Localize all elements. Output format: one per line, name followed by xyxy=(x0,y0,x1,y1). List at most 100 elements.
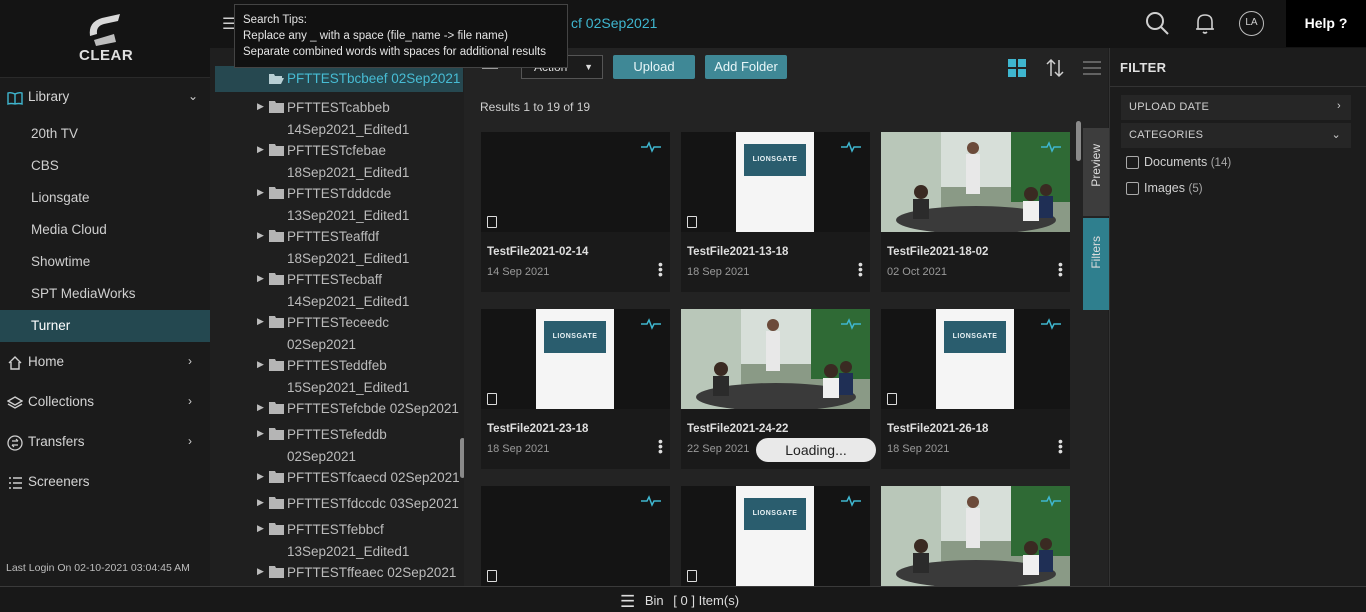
folder-icon xyxy=(269,359,284,371)
bin-toggle[interactable]: ☰ Bin [ 0 ] Item(s) xyxy=(620,592,739,612)
images-option[interactable]: Images (5) xyxy=(1144,181,1203,195)
expand-arrow-icon[interactable]: ▶ xyxy=(257,230,264,241)
option-label: Documents xyxy=(1144,155,1208,169)
expand-arrow-icon[interactable]: ▶ xyxy=(257,402,264,413)
library-item[interactable]: Media Cloud xyxy=(0,214,210,246)
more-options-icon[interactable]: ••• xyxy=(658,434,663,458)
library-item[interactable]: Showtime xyxy=(0,246,210,278)
sidebar-item-screeners[interactable]: Screeners xyxy=(0,466,210,498)
facet-categories[interactable]: CATEGORIES ⌄ xyxy=(1121,123,1351,148)
document-icon xyxy=(487,393,497,405)
images-checkbox[interactable] xyxy=(1126,182,1139,195)
expand-arrow-icon[interactable]: ▶ xyxy=(257,316,264,327)
folder-icon xyxy=(269,187,284,199)
more-options-icon[interactable]: ••• xyxy=(658,257,663,281)
tree-folder-label[interactable]: PFTTESTbcbeef 02Sep2021 xyxy=(287,68,460,90)
tree-folder-label[interactable]: PFTTESTffeaec 02Sep2021 xyxy=(287,562,456,584)
tree-folder-label[interactable]: PFTTESTcfebae 18Sep2021_Edited1 xyxy=(287,140,409,183)
asset-thumbnail[interactable] xyxy=(481,132,670,232)
sidebar-item-collections[interactable]: Collections › xyxy=(0,386,210,418)
asset-card[interactable]: TestFile2021-18-02 02 Oct 2021 • • • xyxy=(881,132,1070,292)
library-item[interactable]: CBS xyxy=(0,150,210,182)
expand-arrow-icon[interactable]: ▶ xyxy=(257,273,264,284)
library-item[interactable]: 20th TV xyxy=(0,118,210,150)
expand-arrow-icon[interactable]: ▶ xyxy=(257,471,264,482)
asset-thumbnail[interactable]: LIONSGATE xyxy=(681,486,870,586)
more-options-icon[interactable]: ••• xyxy=(858,257,863,281)
activity-icon xyxy=(841,141,861,153)
tree-folder-label[interactable]: PFTTESTfdccdc 03Sep2021 xyxy=(287,493,459,515)
list-view-icon[interactable] xyxy=(1083,60,1101,76)
folder-name: PFTTESTfebbcf xyxy=(287,522,384,537)
avatar[interactable]: LA xyxy=(1239,11,1264,36)
tree-folder-label[interactable]: PFTTESTefcbde 02Sep2021 xyxy=(287,398,459,420)
tree-folder-label[interactable]: PFTTESTfcaecd 02Sep2021 xyxy=(287,467,460,489)
asset-card[interactable] xyxy=(481,486,670,586)
help-button[interactable]: Help ? xyxy=(1286,0,1366,47)
asset-title[interactable]: TestFile2021-24-22 xyxy=(687,423,788,435)
facet-upload-date[interactable]: UPLOAD DATE › xyxy=(1121,95,1351,120)
expand-arrow-icon[interactable]: ▶ xyxy=(257,101,264,112)
expand-arrow-icon[interactable]: ▶ xyxy=(257,497,264,508)
asset-title[interactable]: TestFile2021-18-02 xyxy=(887,246,988,258)
asset-card[interactable]: TestFile2021-02-14 14 Sep 2021 • • • xyxy=(481,132,670,292)
tree-folder-label[interactable]: PFTTESTefeddb 02Sep2021 xyxy=(287,424,387,467)
expand-arrow-icon[interactable]: ▶ xyxy=(257,428,264,439)
tree-folder-label[interactable]: PFTTESTdddcde 13Sep2021_Edited1 xyxy=(287,183,409,226)
folder-name-continued: 15Sep2021_Edited1 xyxy=(287,379,410,395)
more-options-icon[interactable]: ••• xyxy=(1058,434,1063,458)
folder-icon xyxy=(269,230,284,242)
expand-arrow-icon[interactable]: ▶ xyxy=(257,187,264,198)
asset-title[interactable]: TestFile2021-02-14 xyxy=(487,246,588,258)
expand-arrow-icon[interactable]: ▶ xyxy=(257,359,264,370)
asset-title[interactable]: TestFile2021-26-18 xyxy=(887,423,988,435)
tree-folder-label[interactable]: PFTTESTeaffdf 18Sep2021_Edited1 xyxy=(287,226,409,269)
asset-thumbnail[interactable]: LIONSGATE xyxy=(681,132,870,232)
bell-icon[interactable] xyxy=(1192,10,1218,36)
documents-option[interactable]: Documents (14) xyxy=(1144,155,1231,169)
asset-thumbnail[interactable] xyxy=(481,486,670,586)
tree-folder-label[interactable]: PFTTESTcabbeb 14Sep2021_Edited1 xyxy=(287,97,409,140)
library-item[interactable]: Lionsgate xyxy=(0,182,210,214)
asset-title[interactable]: TestFile2021-23-18 xyxy=(487,423,588,435)
expand-arrow-icon[interactable]: ▶ xyxy=(257,523,264,534)
tab-preview[interactable]: Preview xyxy=(1083,128,1109,216)
tree-folder-label[interactable]: PFTTESTecbaff 14Sep2021_Edited1 xyxy=(287,269,409,312)
asset-thumbnail[interactable] xyxy=(881,132,1070,232)
sort-icon[interactable] xyxy=(1046,58,1064,78)
expand-arrow-icon[interactable]: ▶ xyxy=(257,566,264,577)
logo-text: CLEAR xyxy=(79,47,134,64)
asset-card[interactable]: LIONSGATE TestFile2021-13-18 18 Sep 2021 • •… xyxy=(681,132,870,292)
tab-filters[interactable]: Filters xyxy=(1083,218,1109,310)
sidebar-item-transfers[interactable]: Transfers › xyxy=(0,426,210,458)
asset-thumbnail[interactable]: LIONSGATE xyxy=(481,309,670,409)
sidebar-item-home[interactable]: Home › xyxy=(0,346,210,378)
results-scrollbar[interactable] xyxy=(1076,121,1081,161)
tooltip-line: Separate combined words with spaces for … xyxy=(243,46,546,58)
tree-folder-label[interactable]: PFTTESTeddfeb 15Sep2021_Edited1 xyxy=(287,355,409,398)
more-options-icon[interactable]: ••• xyxy=(1058,257,1063,281)
tree-folder-label[interactable]: PFTTESTfebbcf 13Sep2021_Edited1 xyxy=(287,519,409,562)
add-folder-button[interactable]: Add Folder xyxy=(705,55,787,79)
asset-thumbnail[interactable] xyxy=(881,486,1070,586)
asset-title[interactable]: TestFile2021-13-18 xyxy=(687,246,788,258)
asset-card[interactable]: LIONSGATE TestFile2021-23-18 18 Sep 2021 • •… xyxy=(481,309,670,469)
asset-card[interactable]: LIONSGATE xyxy=(681,486,870,586)
upload-button[interactable]: Upload xyxy=(613,55,695,79)
document-icon xyxy=(687,570,697,582)
folder-name: PFTTESTfcaecd 02Sep2021 xyxy=(287,470,460,485)
asset-card[interactable]: LIONSGATE TestFile2021-26-18 18 Sep 2021 • •… xyxy=(881,309,1070,469)
expand-arrow-icon[interactable]: ▶ xyxy=(257,144,264,155)
grid-view-icon[interactable] xyxy=(1008,59,1026,77)
documents-checkbox[interactable] xyxy=(1126,156,1139,169)
library-item[interactable]: SPT MediaWorks xyxy=(0,278,210,310)
asset-card[interactable] xyxy=(881,486,1070,586)
asset-thumbnail[interactable]: LIONSGATE xyxy=(881,309,1070,409)
breadcrumb[interactable]: cf 02Sep2021 xyxy=(571,15,657,31)
library-item-active[interactable]: Turner xyxy=(0,310,210,342)
tree-folder-label[interactable]: PFTTESTeceedc 02Sep2021 xyxy=(287,312,389,355)
search-icon[interactable] xyxy=(1144,10,1170,36)
sidebar-item-library[interactable]: Library ⌄ xyxy=(0,81,210,113)
asset-thumbnail[interactable] xyxy=(681,309,870,409)
logo[interactable]: CLEAR xyxy=(0,0,210,78)
